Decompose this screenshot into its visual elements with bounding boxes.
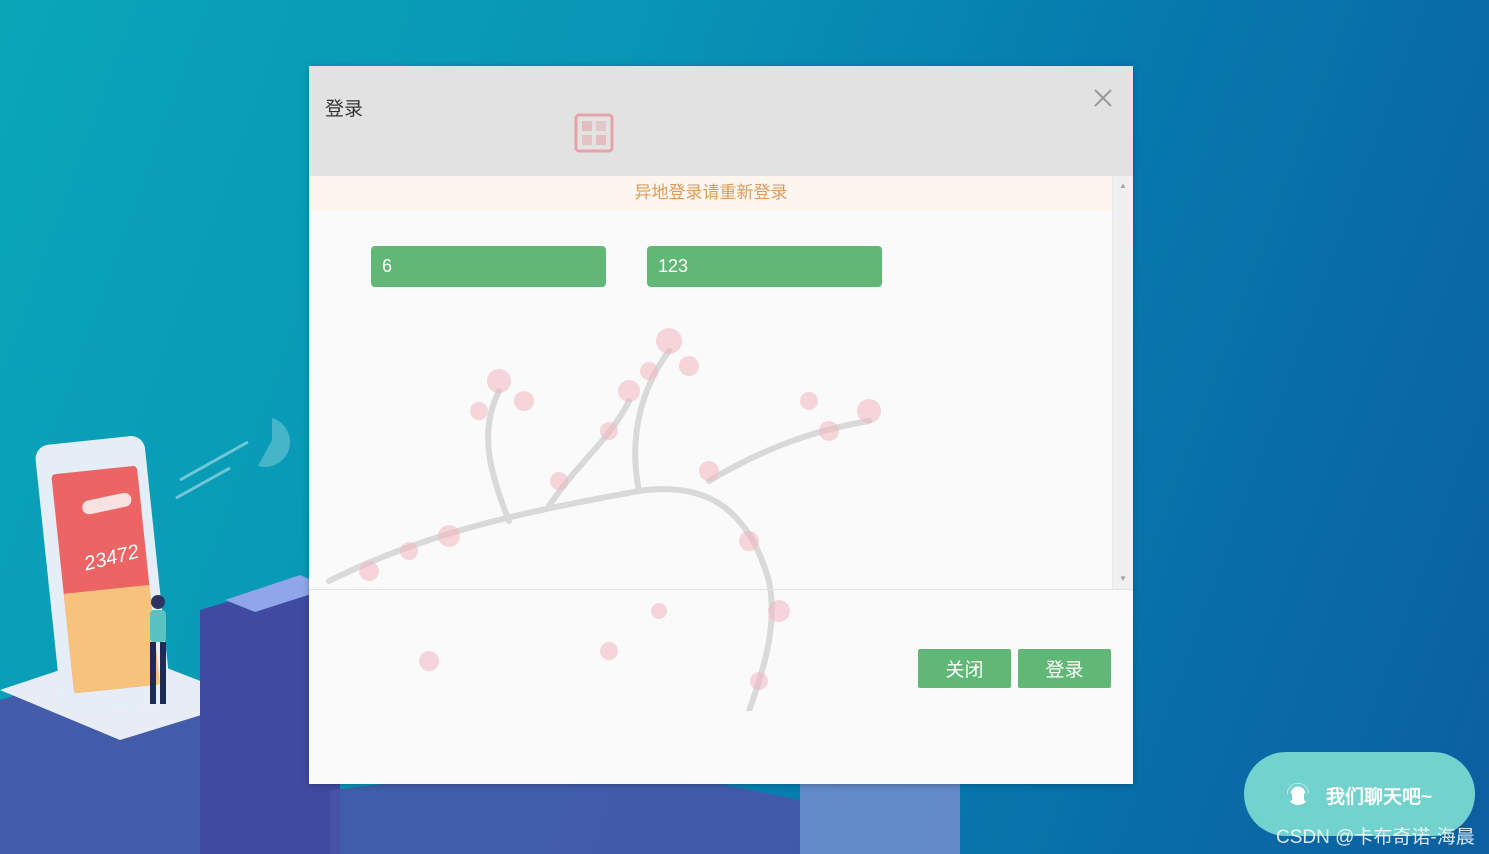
login-dialog: 登录 异地登录请重新登录 ▲ ▼ 6 123 关闭 登录: [309, 66, 1133, 784]
seal-stamp-icon: [574, 113, 614, 153]
footer-divider: [309, 589, 1133, 590]
dialog-header: 登录: [309, 66, 1133, 176]
headset-icon: [1287, 783, 1309, 805]
watermark: CSDN @卡布奇诺-海晨: [1276, 827, 1475, 848]
password-input[interactable]: [647, 246, 882, 287]
username-input[interactable]: [371, 246, 606, 287]
triangle-up-icon[interactable]: ▲: [1113, 178, 1133, 194]
chat-widget-label: 我们聊天吧~: [1326, 787, 1433, 808]
scrollbar[interactable]: ▲ ▼: [1112, 176, 1133, 589]
notice-bar: 异地登录请重新登录: [309, 176, 1113, 210]
login-button[interactable]: 登录: [1018, 649, 1111, 688]
form-content-area: [309, 210, 1112, 589]
triangle-down-icon[interactable]: ▼: [1113, 571, 1133, 587]
dialog-title: 登录: [325, 99, 364, 120]
close-icon[interactable]: [1091, 86, 1115, 110]
close-button[interactable]: 关闭: [918, 649, 1011, 688]
